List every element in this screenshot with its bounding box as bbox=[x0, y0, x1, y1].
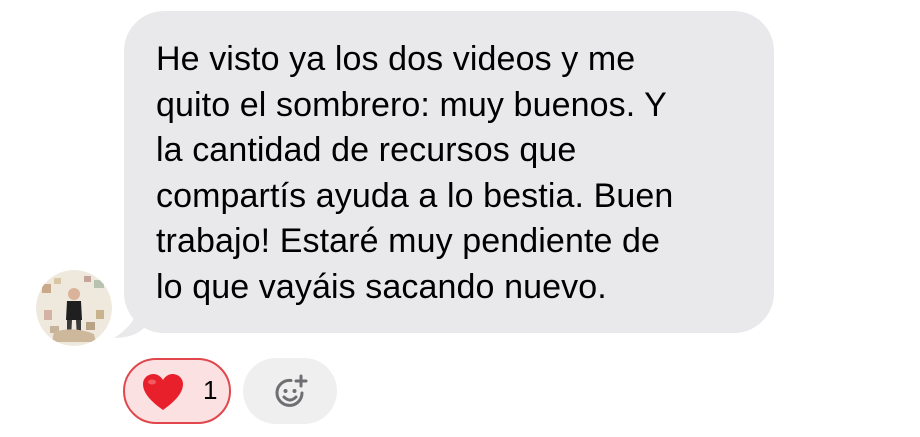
message-line: la cantidad de recursos que bbox=[156, 131, 577, 169]
message-line: lo que vayáis sacando nuevo. bbox=[156, 267, 607, 306]
message-line: He visto ya los dos videos y me bbox=[156, 40, 636, 78]
message-text: He visto ya los dos videos y me quito el… bbox=[156, 37, 756, 310]
heart-reaction-chip[interactable]: 1 bbox=[123, 358, 231, 424]
sender-avatar[interactable] bbox=[36, 270, 112, 346]
add-reaction-button[interactable] bbox=[243, 358, 337, 424]
message-bubble[interactable]: He visto ya los dos videos y me quito el… bbox=[124, 11, 774, 333]
red-heart-icon bbox=[143, 374, 183, 410]
message-line: quito el sombrero: muy buenos. Y bbox=[156, 85, 667, 124]
add-emoji-icon bbox=[275, 374, 308, 407]
message-line: compartís ayuda a lo bestia. Buen bbox=[156, 176, 674, 215]
avatar-illustration-icon bbox=[36, 270, 112, 346]
message-line: trabajo! Estaré muy pendiente de bbox=[156, 222, 661, 260]
reaction-count: 1 bbox=[203, 375, 218, 405]
